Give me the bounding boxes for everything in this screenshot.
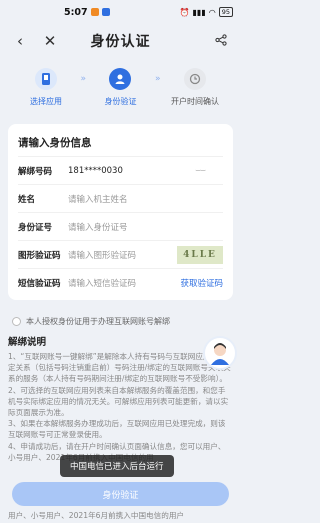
- get-code-button[interactable]: 获取验证码: [180, 277, 223, 289]
- field-label: 短信验证码: [18, 278, 61, 289]
- captcha-row: 图形验证码 请输入图形验证码 4LLE: [18, 240, 223, 268]
- field-label: 解绑号码: [18, 166, 53, 177]
- step-select-app: 选择应用: [16, 68, 76, 107]
- step-label: 身份验证: [104, 97, 137, 106]
- captcha-image[interactable]: 4LLE: [177, 245, 223, 264]
- form-title: 请输入身份信息: [18, 137, 92, 149]
- step-label: 选择应用: [30, 97, 62, 106]
- clock-icon: [183, 68, 206, 90]
- explanation-title: 解绑说明: [8, 337, 47, 348]
- agreement-checkbox[interactable]: [12, 317, 21, 326]
- app-select-icon: [35, 68, 57, 90]
- assistant-avatar[interactable]: [203, 336, 237, 370]
- field-label: 身份证号: [18, 222, 53, 233]
- step-arrow-icon: »: [80, 74, 86, 84]
- phone-number-value: 181****0030: [68, 165, 123, 176]
- name-input[interactable]: 请输入机主姓名: [68, 193, 223, 205]
- battery-icon: 95: [218, 7, 233, 17]
- agreement-text: 本人授权身份证用于办理互联网账号解绑: [26, 317, 170, 326]
- id-number-input[interactable]: 请输入身份证号: [68, 221, 223, 233]
- phone-row: 解绑号码 181****0030 ⌣⌣: [18, 156, 223, 184]
- identity-verify-button[interactable]: 身份验证: [12, 482, 229, 506]
- agreement-row: 本人授权身份证用于办理互联网账号解绑: [12, 316, 170, 327]
- explanation-section: 解绑说明 1、“互联网账号一键解绑”是解除本人持有号码与互联网应用的绑定关系（包…: [8, 334, 233, 463]
- notification-app-icon: [90, 8, 99, 16]
- signal-icon: ▮▮▮: [192, 7, 206, 17]
- name-row: 姓名 请输入机主姓名: [18, 184, 223, 212]
- explanation-item: 2、可选择的互联网应用列表来自本解绑服务的覆盖范围，和您手机号实际绑定应用的情况…: [8, 385, 229, 418]
- explanation-item: 1、“互联网账号一键解绑”是解除本人持有号码与互联网应用的绑定关系（包括号码注销…: [8, 352, 231, 384]
- status-bar: 5:07 ⏰ ▮▮▮ ◠ 95: [0, 0, 241, 24]
- share-icon[interactable]: [211, 32, 231, 50]
- id-number-row: 身份证号 请输入身份证号: [18, 212, 223, 240]
- close-icon[interactable]: ✕: [40, 32, 60, 50]
- back-icon[interactable]: ‹: [10, 32, 30, 50]
- eye-hidden-icon[interactable]: ⌣⌣: [195, 166, 206, 176]
- step-label: 开户时间确认: [170, 97, 219, 106]
- step-open-time-confirm: 开户时间确认: [165, 68, 225, 107]
- step-arrow-icon: »: [154, 74, 161, 84]
- toast-message: 中国电信已进入后台运行: [60, 455, 174, 477]
- field-label: 图形验证码: [18, 250, 61, 261]
- sms-code-row: 短信验证码 请输入短信验证码 获取验证码: [18, 268, 223, 296]
- wifi-icon: ◠: [208, 7, 216, 17]
- sms-code-input[interactable]: 请输入短信验证码: [68, 277, 180, 289]
- explanation-overflow-text: 用户、小号用户、2021年6月前携入中国电信的用户: [8, 511, 185, 520]
- identity-form-card: 请输入身份信息 解绑号码 181****0030 ⌣⌣ 姓名 请输入机主姓名 身…: [8, 124, 233, 300]
- field-label: 姓名: [18, 194, 36, 205]
- alarm-icon: ⏰: [179, 7, 190, 17]
- notification-app-icon: [101, 8, 110, 16]
- nav-bar: ‹ ✕ 身份认证: [0, 24, 241, 58]
- explanation-item: 3、如果在本解绑服务办理成功后，互联网应用已处理完成，则该互联网账号可正常登录使…: [8, 419, 226, 440]
- captcha-input[interactable]: 请输入图形验证码: [68, 249, 177, 261]
- progress-steps: 选择应用 » 身份验证 » 开户时间确认: [8, 60, 233, 118]
- status-time: 5:07: [64, 6, 88, 18]
- page-title: 身份认证: [90, 34, 151, 50]
- step-identity-verify: 身份验证: [90, 68, 150, 107]
- user-icon: [109, 68, 132, 90]
